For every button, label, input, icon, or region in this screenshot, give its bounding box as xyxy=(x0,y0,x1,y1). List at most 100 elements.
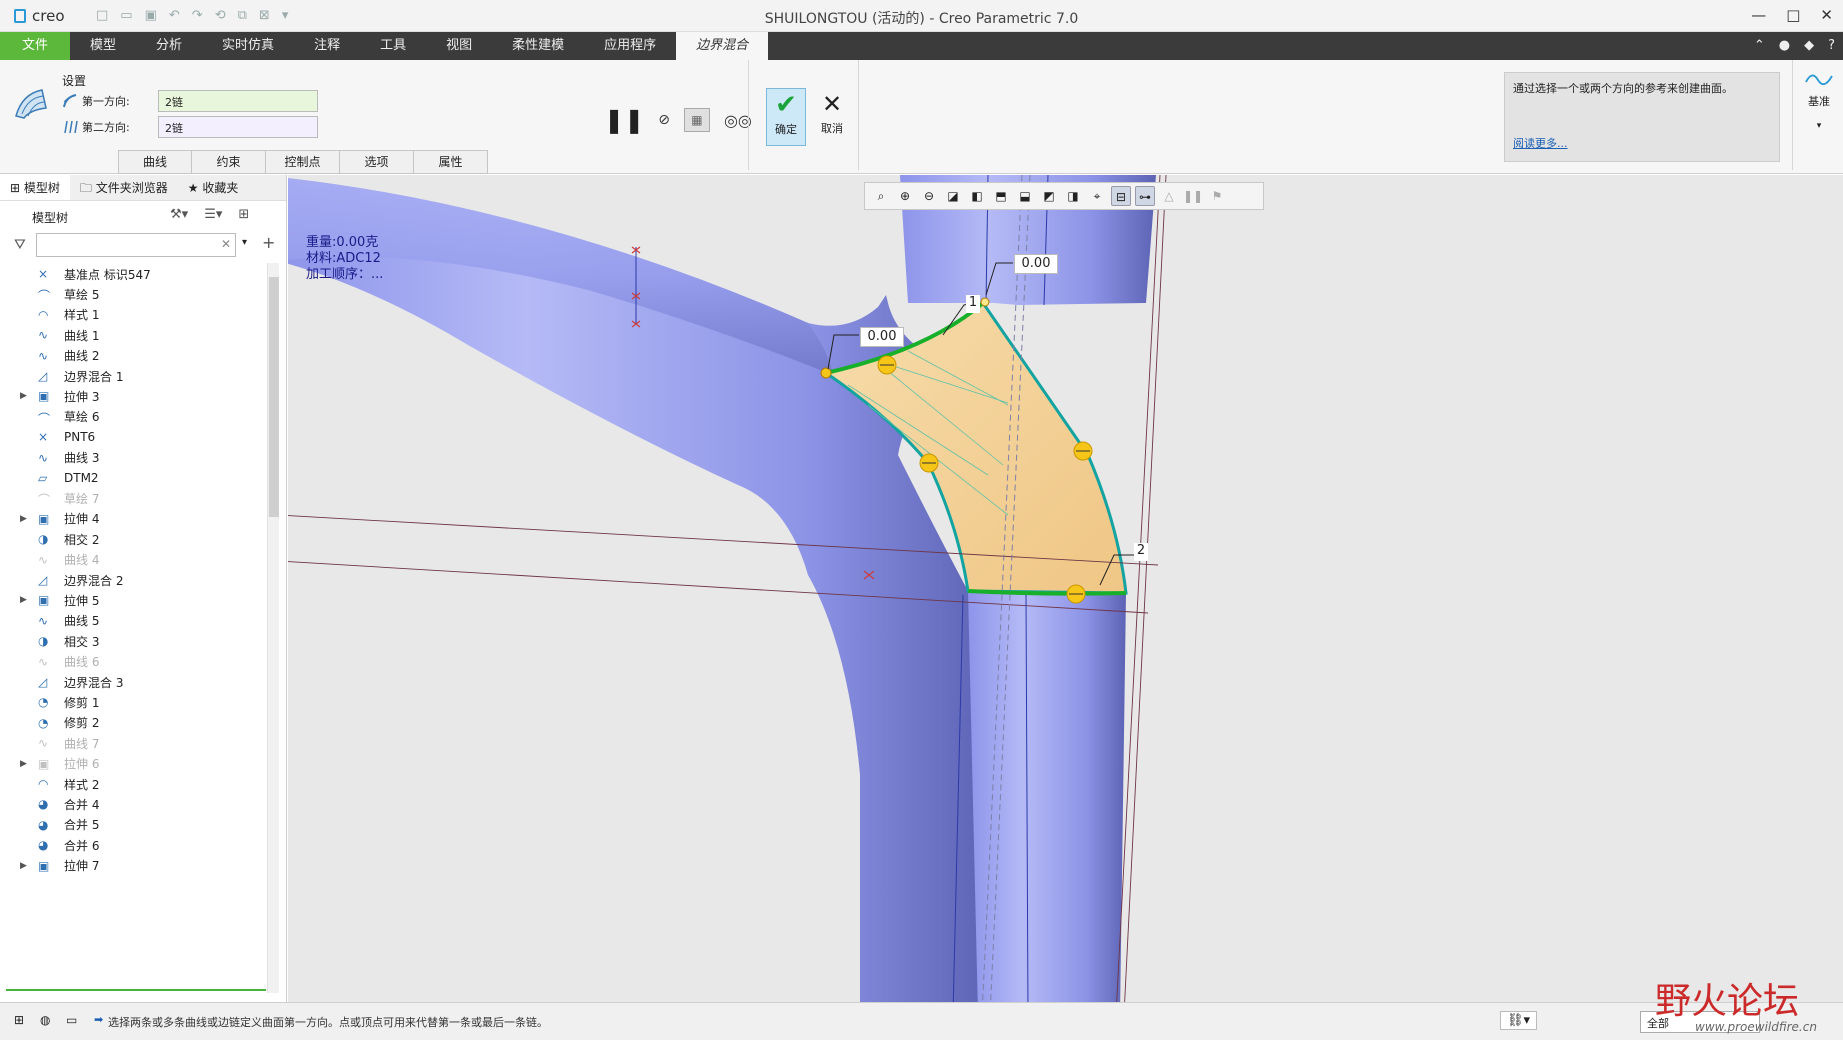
minimize-button[interactable]: — xyxy=(1751,6,1766,24)
tree-item[interactable]: ⌒ 草绘 7 xyxy=(0,487,268,509)
repaint-icon[interactable]: ◪ xyxy=(943,186,963,206)
tree-item[interactable]: ◔ 修剪 1 xyxy=(0,691,268,713)
tree-item[interactable]: ▱ DTM2 xyxy=(0,467,268,489)
tab-annotate[interactable]: 注释 xyxy=(294,32,360,60)
vertex-point[interactable] xyxy=(980,297,990,307)
tree-item[interactable]: × 基准点 标识547 xyxy=(0,263,268,285)
expand-arrow-icon[interactable]: ▶ xyxy=(20,391,38,401)
tree-item[interactable]: ◕ 合并 4 xyxy=(0,793,268,815)
subtab-control-points[interactable]: 控制点 xyxy=(266,150,340,174)
user-icon[interactable]: ● xyxy=(1779,38,1790,53)
tree-item[interactable]: ▶ ▣ 拉伸 3 xyxy=(0,385,268,407)
tree-item[interactable]: ∿ 曲线 5 xyxy=(0,610,268,632)
tree-item[interactable]: ◿ 边界混合 1 xyxy=(0,365,268,387)
subtab-options[interactable]: 选项 xyxy=(340,150,414,174)
expand-arrow-icon[interactable]: ▶ xyxy=(20,514,38,524)
subtab-properties[interactable]: 属性 xyxy=(414,150,488,174)
lower-pipe-surface[interactable] xyxy=(968,591,1126,1002)
tree-item[interactable]: ▶ ▣ 拉伸 7 xyxy=(0,855,268,877)
tab-view[interactable]: 视图 xyxy=(426,32,492,60)
subtab-constraints[interactable]: 约束 xyxy=(192,150,266,174)
tree-item[interactable]: ∿ 曲线 4 xyxy=(0,549,268,571)
flag-icon[interactable]: ⚑ xyxy=(1207,186,1227,206)
nav-tab-model-tree[interactable]: ⊞ 模型树 xyxy=(0,175,70,200)
tree-item[interactable]: ◑ 相交 3 xyxy=(0,630,268,652)
tree-search-input[interactable]: ✕ xyxy=(36,233,236,257)
tab-live-simulation[interactable]: 实时仿真 xyxy=(202,32,294,60)
tree-item[interactable]: ∿ 曲线 3 xyxy=(0,447,268,469)
clear-search-icon[interactable]: ✕ xyxy=(221,237,231,251)
tree-item[interactable]: × PNT6 xyxy=(0,426,268,448)
tree-item[interactable]: ∿ 曲线 6 xyxy=(0,651,268,673)
dimension-label[interactable]: 0.00 xyxy=(860,327,904,347)
collapse-ribbon-icon[interactable]: ⌃ xyxy=(1754,38,1765,53)
tree-item[interactable]: ⌒ 草绘 5 xyxy=(0,283,268,305)
attached-preview-icon[interactable]: ▦ xyxy=(683,108,710,132)
search-dropdown-icon[interactable]: ▾ xyxy=(242,237,247,248)
expand-arrow-icon[interactable]: ▶ xyxy=(20,861,38,871)
view-manager-icon[interactable]: ⬓ xyxy=(1015,186,1035,206)
learning-icon[interactable]: ◆ xyxy=(1804,38,1814,53)
tree-item[interactable]: ◕ 合并 6 xyxy=(0,834,268,856)
no-preview-icon[interactable]: ⊘ xyxy=(658,112,670,128)
show-browser-icon[interactable]: ◍ xyxy=(40,1013,50,1027)
model-viewport[interactable] xyxy=(288,175,1843,1002)
tree-settings-icon[interactable]: ⚒▾ xyxy=(170,207,188,222)
spin-center-icon[interactable]: ⊶ xyxy=(1135,186,1155,206)
perspective-icon[interactable]: ◩ xyxy=(1039,186,1059,206)
nav-tab-favorites[interactable]: ★ 收藏夹 xyxy=(178,175,249,200)
datum-dropdown-icon[interactable]: ▾ xyxy=(1800,121,1838,131)
tab-analysis[interactable]: 分析 xyxy=(136,32,202,60)
dimension-label[interactable]: 0.00 xyxy=(1014,254,1058,274)
tree-item[interactable]: ◿ 边界混合 3 xyxy=(0,671,268,693)
display-style-icon[interactable]: ◧ xyxy=(967,186,987,206)
pause-icon[interactable]: ❚❚ xyxy=(604,106,644,134)
tree-item[interactable]: ◿ 边界混合 2 xyxy=(0,569,268,591)
tab-applications[interactable]: 应用程序 xyxy=(584,32,676,60)
datum-group[interactable]: 基准 ▾ xyxy=(1800,68,1838,131)
tree-item[interactable]: ▶ ▣ 拉伸 4 xyxy=(0,508,268,530)
tree-item[interactable]: ◑ 相交 2 xyxy=(0,528,268,550)
help-icon[interactable]: ? xyxy=(1828,38,1835,53)
tree-item[interactable]: ◠ 样式 2 xyxy=(0,773,268,795)
maximize-button[interactable]: □ xyxy=(1786,6,1800,24)
fullscreen-icon[interactable]: ▭ xyxy=(66,1013,77,1027)
tree-item[interactable]: ∿ 曲线 7 xyxy=(0,732,268,754)
nav-tab-folder-browser[interactable]: 🗀 文件夹浏览器 xyxy=(70,175,178,200)
tab-tools[interactable]: 工具 xyxy=(360,32,426,60)
expand-arrow-icon[interactable]: ▶ xyxy=(20,595,38,605)
subtab-curves[interactable]: 曲线 xyxy=(118,150,192,174)
ok-button[interactable]: ✔ 确定 xyxy=(766,88,806,146)
pause-regen-icon[interactable]: ❚❚ xyxy=(1183,186,1203,206)
tree-show-icon[interactable]: ☰▾ xyxy=(204,207,222,222)
tree-scroll-thumb[interactable] xyxy=(269,277,279,517)
tree-item[interactable]: ▶ ▣ 拉伸 5 xyxy=(0,589,268,611)
find-icon[interactable]: ⛓▾ xyxy=(1500,1011,1538,1030)
tree-insert-indicator[interactable] xyxy=(6,989,266,991)
second-direction-field[interactable]: 2链 xyxy=(158,116,318,138)
tab-file[interactable]: 文件 xyxy=(0,32,71,60)
section-icon[interactable]: ◨ xyxy=(1063,186,1083,206)
add-filter-icon[interactable]: + xyxy=(262,233,275,252)
tab-model[interactable]: 模型 xyxy=(70,32,136,60)
graphics-window[interactable]: 0.00 0.00 1 2 ⌕ ⊕ ⊖ ◪ ◧ ⬒ ⬓ ◩ ◨ ⌖ ⊟ ⊶ △ … xyxy=(288,175,1843,1002)
expand-arrow-icon[interactable]: ▶ xyxy=(20,759,38,769)
zoom-in-icon[interactable]: ⊕ xyxy=(895,186,915,206)
tree-item[interactable]: ▶ ▣ 拉伸 6 xyxy=(0,753,268,775)
vertex-point[interactable] xyxy=(820,367,832,379)
tree-item[interactable]: ∿ 曲线 1 xyxy=(0,324,268,346)
refit-icon[interactable]: ⌕ xyxy=(871,186,891,206)
tree-item[interactable]: ◔ 修剪 2 xyxy=(0,712,268,734)
tree-filter-options-icon[interactable]: ⊞ xyxy=(238,207,249,222)
tree-item[interactable]: ◕ 合并 5 xyxy=(0,814,268,836)
tree-scrollbar[interactable] xyxy=(267,263,279,993)
tree-item[interactable]: ◠ 样式 1 xyxy=(0,304,268,326)
tab-flexible-modeling[interactable]: 柔性建模 xyxy=(492,32,584,60)
datum-display-icon[interactable]: ⌖ xyxy=(1087,186,1107,206)
tree-item[interactable]: ∿ 曲线 2 xyxy=(0,345,268,367)
first-direction-field[interactable]: 2链 xyxy=(158,90,318,112)
tree-item[interactable]: ⌒ 草绘 6 xyxy=(0,406,268,428)
zoom-out-icon[interactable]: ⊖ xyxy=(919,186,939,206)
cancel-button[interactable]: ✕ 取消 xyxy=(812,88,852,146)
show-navigator-icon[interactable]: ⊞ xyxy=(14,1013,24,1027)
